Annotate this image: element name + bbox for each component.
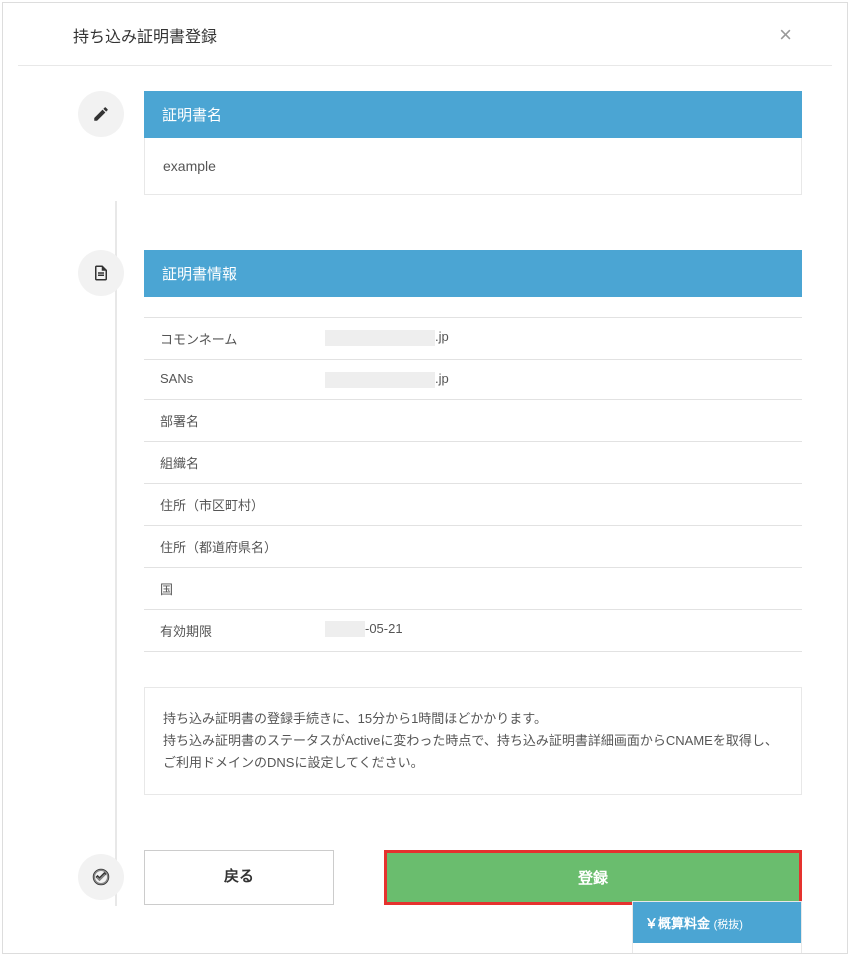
modal-body: 証明書名 example 証明書情報 コモンネーム .jp SAN (3, 91, 847, 905)
value-expiry: -05-21 (325, 621, 786, 640)
value-sans: .jp (325, 371, 786, 388)
section-cert-name: 証明書名 example (78, 91, 802, 195)
label-organization: 組織名 (160, 453, 325, 472)
pricing-title: ￥概算料金 (645, 916, 710, 931)
pricing-tax-note: (税抜) (714, 919, 743, 931)
label-country: 国 (160, 579, 325, 598)
redacted-value (325, 330, 435, 346)
pricing-box: ￥概算料金 (税抜) ￥3,000 / 月 (632, 901, 802, 954)
register-button[interactable]: 登録 (384, 850, 802, 905)
row-address-pref: 住所（都道府県名） (144, 525, 802, 567)
row-sans: SANs .jp (144, 359, 802, 399)
cert-info-header: 証明書情報 (144, 250, 802, 297)
pricing-header: ￥概算料金 (税抜) (633, 902, 801, 943)
modal-header: 持ち込み証明書登録 × (18, 3, 832, 66)
cert-name-header: 証明書名 (144, 91, 802, 138)
button-section: 戻る 登録 (78, 850, 802, 905)
cert-name-content: 証明書名 example (144, 91, 802, 195)
row-department: 部署名 (144, 399, 802, 441)
row-country: 国 (144, 567, 802, 609)
label-address-city: 住所（市区町村） (160, 495, 325, 514)
cert-name-value: example (163, 158, 783, 174)
value-address-city (325, 495, 786, 514)
redacted-value (325, 621, 365, 637)
label-address-pref: 住所（都道府県名） (160, 537, 325, 556)
document-icon (78, 250, 124, 296)
row-organization: 組織名 (144, 441, 802, 483)
buttons-wrap: 戻る 登録 (144, 850, 802, 905)
value-department (325, 411, 786, 430)
label-department: 部署名 (160, 411, 325, 430)
value-common-name: .jp (325, 329, 786, 348)
back-button[interactable]: 戻る (144, 850, 334, 905)
notice-line-1: 持ち込み証明書の登録手続きに、15分から1時間ほどかかります。 (163, 708, 783, 730)
label-sans: SANs (160, 371, 325, 388)
row-expiry: 有効期限 -05-21 (144, 609, 802, 652)
pricing-amount: ￥3,000 / 月 (633, 943, 801, 954)
check-circle-icon (78, 854, 124, 900)
value-country (325, 579, 786, 598)
cert-info-table: コモンネーム .jp SANs .jp 部署名 組織名 (144, 317, 802, 652)
value-address-pref (325, 537, 786, 556)
cert-name-body: example (144, 138, 802, 195)
modal-container: 持ち込み証明書登録 × 証明書名 example 証明書情報 (2, 2, 848, 954)
section-cert-info: 証明書情報 コモンネーム .jp SANs .jp 部署名 (78, 250, 802, 795)
redacted-value (325, 372, 435, 388)
close-icon[interactable]: × (779, 24, 792, 46)
modal-title: 持ち込み証明書登録 (73, 23, 217, 47)
row-address-city: 住所（市区町村） (144, 483, 802, 525)
row-common-name: コモンネーム .jp (144, 317, 802, 359)
cert-info-content: 証明書情報 コモンネーム .jp SANs .jp 部署名 (144, 250, 802, 795)
label-expiry: 有効期限 (160, 621, 325, 640)
notice-line-2: 持ち込み証明書のステータスがActiveに変わった時点で、持ち込み証明書詳細画面… (163, 730, 783, 774)
notice-box: 持ち込み証明書の登録手続きに、15分から1時間ほどかかります。 持ち込み証明書の… (144, 687, 802, 795)
pencil-icon (78, 91, 124, 137)
value-organization (325, 453, 786, 472)
label-common-name: コモンネーム (160, 329, 325, 348)
